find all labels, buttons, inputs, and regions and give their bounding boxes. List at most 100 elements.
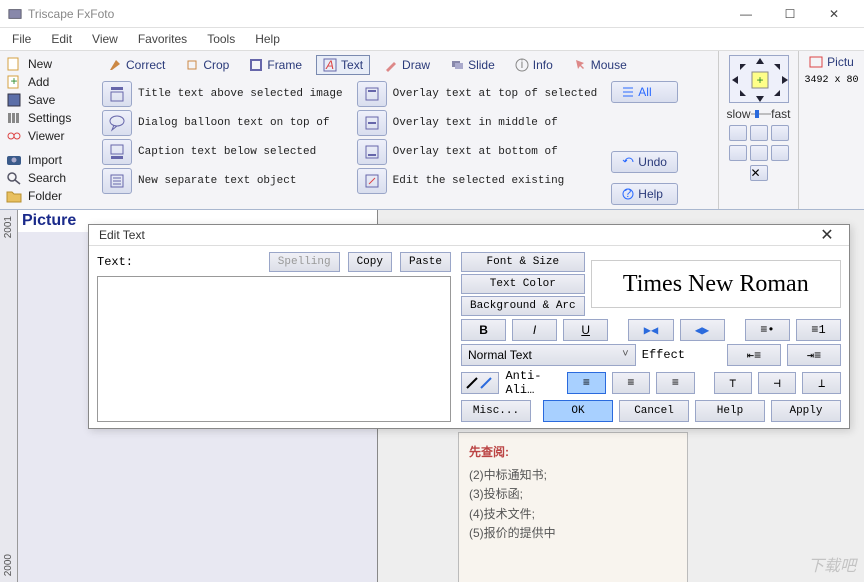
settings-icon bbox=[6, 111, 22, 125]
text-options: Title text above selected image Dialog b… bbox=[102, 81, 716, 205]
slide-icon bbox=[450, 58, 464, 72]
nav-pad[interactable]: + bbox=[729, 55, 789, 103]
paste-button[interactable]: Paste bbox=[400, 252, 451, 272]
menu-view[interactable]: View bbox=[84, 30, 126, 48]
mini-next[interactable] bbox=[771, 125, 789, 141]
tab-frame[interactable]: Frame bbox=[243, 56, 308, 74]
maximize-button[interactable]: ☐ bbox=[768, 0, 812, 28]
ok-button[interactable]: OK bbox=[543, 400, 613, 422]
font-size-button[interactable]: Font & Size bbox=[461, 252, 585, 272]
arrow-in-button[interactable]: ▶◀ bbox=[628, 319, 673, 341]
menu-file[interactable]: File bbox=[4, 30, 39, 48]
text-input[interactable] bbox=[97, 276, 451, 422]
bold-button[interactable]: B bbox=[461, 319, 506, 341]
edit-existing-icon bbox=[363, 172, 381, 190]
copy-button[interactable]: Copy bbox=[348, 252, 392, 272]
list-icon bbox=[622, 86, 634, 98]
watermark: 下载吧 bbox=[808, 552, 856, 576]
valign-mid-button[interactable]: ⊣ bbox=[758, 372, 796, 394]
mini-prev[interactable] bbox=[729, 125, 747, 141]
mini-grid2[interactable] bbox=[750, 145, 768, 161]
text-label: Text: bbox=[97, 255, 133, 269]
indent-button[interactable]: ⇥≡ bbox=[787, 344, 841, 366]
right-info: Pictu 3492 x 80 bbox=[798, 51, 864, 209]
document-thumbnail[interactable]: 先查阅: (2)中标通知书; (3)投标函; (4)技术文件; (5)报价的提供… bbox=[458, 432, 688, 582]
menu-tools[interactable]: Tools bbox=[199, 30, 243, 48]
font-preview: Times New Roman bbox=[591, 260, 841, 308]
underline-button[interactable]: U bbox=[563, 319, 608, 341]
mini-fit[interactable] bbox=[750, 125, 768, 141]
text-color-button[interactable]: Text Color bbox=[461, 274, 585, 294]
sidebar-search[interactable]: Search bbox=[4, 169, 96, 187]
opt-dialog-balloon[interactable]: Dialog balloon text on top of bbox=[102, 110, 343, 136]
mouse-icon bbox=[573, 58, 587, 72]
opt-title-text[interactable]: Title text above selected image bbox=[102, 81, 343, 107]
tab-slide[interactable]: Slide bbox=[444, 56, 501, 74]
svg-text:+: + bbox=[10, 75, 17, 88]
outdent-button[interactable]: ⇤≡ bbox=[727, 344, 781, 366]
numbered-button[interactable]: ≡1 bbox=[796, 319, 841, 341]
sidebar-settings[interactable]: Settings bbox=[4, 109, 96, 127]
help-icon: ? bbox=[622, 188, 634, 200]
misc-button[interactable]: Misc... bbox=[461, 400, 531, 422]
mini-grid3[interactable] bbox=[771, 145, 789, 161]
align-center-button[interactable]: ≡ bbox=[612, 372, 650, 394]
apply-button[interactable]: Apply bbox=[771, 400, 841, 422]
mini-close[interactable]: ✕ bbox=[750, 165, 768, 181]
anti-alias-label: Anti-Ali… bbox=[505, 369, 550, 397]
help-button[interactable]: ?Help bbox=[611, 183, 678, 205]
edit-text-dialog: Edit Text ✕ Text: Spelling Copy Paste Fo… bbox=[88, 224, 850, 429]
sidebar-viewer[interactable]: Viewer bbox=[4, 127, 96, 145]
opt-caption-below[interactable]: Caption text below selected bbox=[102, 139, 343, 165]
all-button[interactable]: All bbox=[611, 81, 678, 103]
sidebar-import[interactable]: Import bbox=[4, 151, 96, 169]
menu-help[interactable]: Help bbox=[247, 30, 288, 48]
mini-grid1[interactable] bbox=[729, 145, 747, 161]
app-icon bbox=[8, 7, 22, 21]
speed-slider[interactable]: slowfast bbox=[727, 107, 791, 121]
nav-pad-icon: + bbox=[730, 56, 790, 104]
main-tools: Correct Crop Frame AText Draw Slide iInf… bbox=[100, 51, 718, 209]
dialog-help-button[interactable]: Help bbox=[695, 400, 765, 422]
tab-mouse[interactable]: Mouse bbox=[567, 56, 633, 74]
import-icon bbox=[6, 153, 22, 167]
tab-text[interactable]: AText bbox=[316, 55, 370, 75]
opt-overlay-top[interactable]: Overlay text at top of selected bbox=[357, 81, 598, 107]
sidebar-add[interactable]: +Add bbox=[4, 73, 96, 91]
caption-icon bbox=[108, 143, 126, 161]
folder-icon bbox=[6, 189, 22, 203]
tab-info[interactable]: iInfo bbox=[509, 56, 559, 74]
valign-top-button[interactable]: ⊤ bbox=[714, 372, 752, 394]
undo-button[interactable]: Undo bbox=[611, 151, 678, 173]
menu-edit[interactable]: Edit bbox=[43, 30, 80, 48]
arrow-out-button[interactable]: ◀▶ bbox=[680, 319, 725, 341]
minimize-button[interactable]: — bbox=[724, 0, 768, 28]
italic-button[interactable]: I bbox=[512, 319, 557, 341]
normal-text-dropdown[interactable]: Normal Text bbox=[461, 344, 636, 366]
opt-new-separate[interactable]: New separate text object bbox=[102, 168, 343, 194]
cancel-button[interactable]: Cancel bbox=[619, 400, 689, 422]
align-left-button[interactable]: ≡ bbox=[567, 372, 605, 394]
spelling-button[interactable]: Spelling bbox=[269, 252, 340, 272]
anti-alias-icon-button[interactable] bbox=[461, 372, 499, 394]
tab-draw[interactable]: Draw bbox=[378, 56, 436, 74]
close-button[interactable]: ✕ bbox=[812, 0, 856, 28]
sidebar-new[interactable]: New bbox=[4, 55, 96, 73]
sidebar-save[interactable]: Save bbox=[4, 91, 96, 109]
sidebar-folder[interactable]: Folder bbox=[4, 187, 96, 205]
bullets-button[interactable]: ≡• bbox=[745, 319, 790, 341]
svg-text:?: ? bbox=[625, 188, 632, 200]
menu-favorites[interactable]: Favorites bbox=[130, 30, 195, 48]
align-right-button[interactable]: ≡ bbox=[656, 372, 694, 394]
dialog-titlebar[interactable]: Edit Text ✕ bbox=[89, 225, 849, 246]
dialog-close-button[interactable]: ✕ bbox=[815, 225, 839, 245]
frame-icon bbox=[249, 58, 263, 72]
opt-overlay-middle[interactable]: Overlay text in middle of bbox=[357, 110, 598, 136]
opt-overlay-bottom[interactable]: Overlay text at bottom of bbox=[357, 139, 598, 165]
opt-edit-existing[interactable]: Edit the selected existing bbox=[357, 168, 598, 194]
tab-crop[interactable]: Crop bbox=[179, 56, 235, 74]
valign-bot-button[interactable]: ⊥ bbox=[802, 372, 840, 394]
background-arc-button[interactable]: Background & Arc bbox=[461, 296, 585, 316]
tab-correct[interactable]: Correct bbox=[102, 56, 171, 74]
year-tab[interactable]: 20012000 bbox=[0, 210, 18, 582]
